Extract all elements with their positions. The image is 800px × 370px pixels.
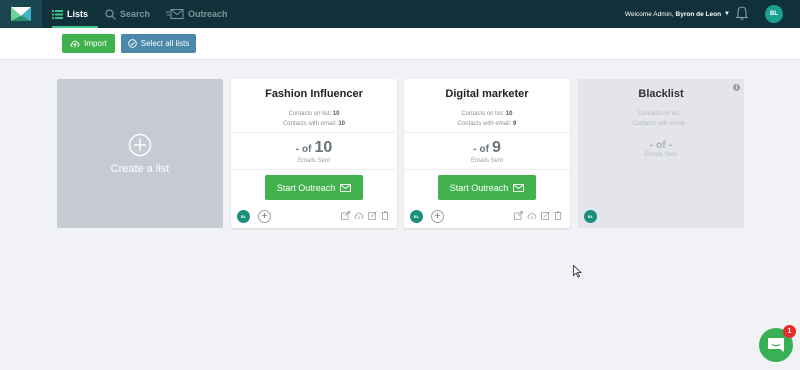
sent-label: Emails Sent [644, 152, 677, 158]
email-count: 10 [338, 121, 346, 127]
emails-sent: - of 9 Emails Sent [404, 139, 570, 164]
list-stats: Contacts on list: 10 Contacts with email… [231, 109, 397, 129]
list-icon [52, 9, 63, 19]
create-list-card[interactable]: Create a list [57, 79, 223, 228]
start-outreach-button[interactable]: Start Outreach [438, 175, 536, 200]
email-label: Contacts with email: [632, 121, 686, 127]
list-card[interactable]: Digital marketer Contacts on list: 10 Co… [404, 79, 570, 228]
plus-circle-icon [128, 133, 152, 156]
trash-icon[interactable] [554, 211, 562, 220]
sent-label: Emails Sent [297, 158, 330, 164]
chevron-down-icon: ▼ [724, 11, 730, 17]
card-footer: BL [578, 206, 744, 228]
contacts-count: - [682, 111, 685, 117]
divider [404, 169, 570, 170]
nav-lists-label: Lists [67, 9, 89, 19]
card-actions [341, 211, 389, 220]
export-icon[interactable] [514, 211, 523, 220]
trash-icon[interactable] [381, 211, 389, 220]
envelope-icon [513, 183, 525, 192]
cloud-upload-icon[interactable] [354, 211, 364, 220]
list-stats: Contacts on list: 10 Contacts with email… [404, 109, 570, 129]
add-user-button[interactable]: + [258, 210, 271, 223]
card-footer: BL + [231, 206, 397, 228]
list-card[interactable]: Fashion Influencer Contacts on list: 10 … [231, 79, 397, 228]
cloud-upload-icon [70, 40, 80, 48]
app-logo[interactable] [0, 0, 42, 28]
search-icon [105, 8, 116, 20]
nav-outreach[interactable]: Outreach [166, 0, 228, 28]
sent-total: 9 [491, 139, 501, 156]
notification-badge: 1 [783, 325, 796, 338]
select-all-label: Select all lists [140, 39, 190, 48]
emails-sent: - of - Emails Sent [578, 139, 744, 158]
check-circle-icon [128, 39, 137, 48]
card-actions [514, 211, 562, 220]
card-footer: BL + [404, 206, 570, 228]
nav-outreach-label: Outreach [188, 9, 228, 19]
contacts-label: Contacts on list: [288, 111, 332, 117]
export-icon[interactable] [341, 211, 350, 220]
divider [231, 169, 397, 170]
create-list-label: Create a list [110, 162, 170, 175]
sent-of: of [656, 140, 666, 151]
emails-sent: - of 10 Emails Sent [231, 139, 397, 164]
sent-total: - [668, 139, 673, 151]
nav-lists[interactable]: Lists [52, 0, 98, 28]
bell-icon[interactable] [735, 6, 749, 26]
plus-icon: + [434, 210, 441, 222]
email-label: Contacts with email: [457, 121, 512, 127]
sent-of: of [479, 144, 489, 155]
sent-count: - [295, 144, 300, 155]
contacts-label: Contacts on list: [637, 111, 681, 117]
edit-icon[interactable] [368, 211, 377, 220]
sent-count: - [649, 140, 654, 151]
envelope-icon [166, 9, 184, 19]
blacklist-card[interactable]: i Blacklist Contacts on list: - Contacts… [578, 79, 744, 228]
email-count: - [687, 121, 690, 127]
contacts-label: Contacts on list: [461, 111, 505, 117]
owner-avatar[interactable]: BL [410, 210, 423, 223]
user-menu[interactable]: Welcome Admin, Byron de Leon ▼ [625, 0, 730, 28]
nav-search-label: Search [120, 9, 151, 19]
import-label: Import [84, 39, 107, 48]
divider [404, 132, 570, 133]
sent-total: 10 [314, 139, 333, 156]
select-all-button[interactable]: Select all lists [121, 34, 196, 53]
start-outreach-label: Start Outreach [449, 182, 509, 193]
plus-icon: + [261, 210, 268, 222]
list-title: Blacklist [638, 88, 684, 100]
top-nav: Lists Search Outreach Welcome Admin, Byr… [0, 0, 800, 28]
cursor-icon [573, 265, 582, 278]
nav-search[interactable]: Search [105, 0, 150, 28]
sent-of: of [302, 144, 312, 155]
toolbar: Import Select all lists [0, 28, 800, 60]
user-name: Byron de Leon [675, 10, 722, 18]
email-label: Contacts with email: [282, 121, 337, 127]
contacts-count: 10 [505, 111, 513, 117]
list-stats: Contacts on list: - Contacts with email:… [578, 109, 744, 129]
import-button[interactable]: Import [62, 34, 115, 53]
avatar[interactable]: BL [765, 5, 783, 23]
logo-icon [11, 7, 31, 21]
owner-avatar[interactable]: BL [584, 210, 597, 223]
divider [231, 132, 397, 133]
edit-icon[interactable] [541, 211, 550, 220]
owner-avatar[interactable]: BL [237, 210, 250, 223]
cloud-upload-icon[interactable] [527, 211, 537, 220]
start-outreach-button[interactable]: Start Outreach [265, 175, 363, 200]
sent-count: - [473, 144, 477, 155]
start-outreach-label: Start Outreach [276, 182, 336, 193]
list-title: Digital marketer [445, 88, 529, 100]
envelope-icon [340, 183, 352, 192]
contacts-count: 10 [332, 111, 340, 117]
welcome-text: Welcome Admin, [624, 10, 674, 18]
email-count: 9 [513, 121, 517, 127]
list-title: Fashion Influencer [265, 88, 363, 100]
sent-label: Emails Sent [470, 158, 503, 164]
chat-icon [768, 338, 784, 352]
add-user-button[interactable]: + [431, 210, 444, 223]
